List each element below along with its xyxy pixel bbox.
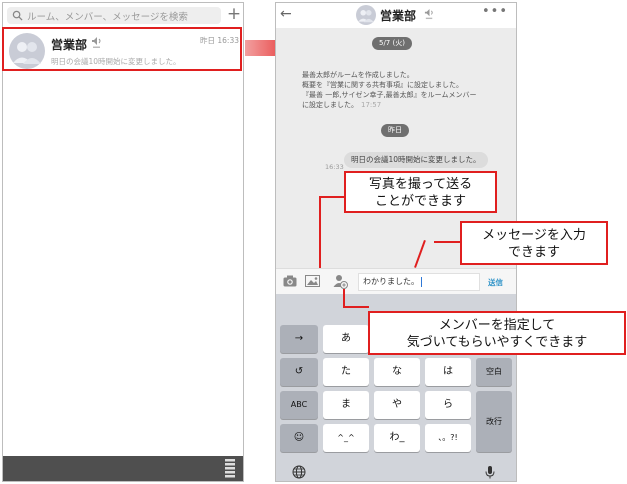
key-wa[interactable]: わ_ — [374, 424, 420, 452]
mention-callout-line: 気づいてもらいやすくできます — [406, 335, 588, 350]
mention-callout-leader — [343, 306, 369, 308]
microphone-icon[interactable] — [483, 465, 497, 479]
back-button[interactable]: ← — [280, 6, 292, 22]
more-menu-button[interactable]: ••• — [482, 4, 508, 19]
bottom-bar — [3, 456, 243, 481]
mention-callout-leader — [343, 289, 345, 307]
message-bubble[interactable]: 明日の会議10時開始に変更しました。 — [344, 152, 488, 168]
key-undo[interactable]: ↺ — [280, 358, 318, 386]
key-ya[interactable]: や — [374, 391, 420, 419]
key-next-arrow[interactable]: → — [280, 325, 318, 353]
message-input[interactable]: わかりました。 — [358, 273, 480, 291]
key-ra[interactable]: ら — [425, 391, 471, 419]
search-icon — [12, 10, 23, 21]
key-abc[interactable]: ABC — [280, 391, 318, 419]
key-ma[interactable]: ま — [323, 391, 369, 419]
room-list-screen: ルーム、メンバー、メッセージを検索 + 営業部 昨日 16:33 明日の会議10… — [2, 2, 244, 482]
message-callout: メッセージを入力 できます — [460, 221, 608, 265]
system-line: に設定しました。 — [302, 101, 358, 109]
key-punctuation[interactable]: 、。?! — [425, 424, 471, 452]
search-placeholder: ルーム、メンバー、メッセージを検索 — [27, 12, 188, 23]
key-ha[interactable]: は — [425, 358, 471, 386]
add-room-button[interactable]: + — [225, 4, 243, 24]
date-separator: 昨日 — [381, 124, 409, 137]
message-time: 16:33 — [325, 163, 344, 171]
system-line: 概要を『営業に関する共有事項』に設定しました。 — [302, 81, 463, 89]
chat-title: 営業部 — [380, 9, 417, 23]
message-input-value: わかりました。 — [363, 277, 419, 286]
mention-callout-line: メンバーを指定して — [438, 318, 556, 333]
system-line: 『最善 一郎,サイゼン幸子,最善太郎』をルームメンバー — [302, 91, 477, 99]
search-input[interactable]: ルーム、メンバー、メッセージを検索 — [7, 7, 221, 24]
key-a[interactable]: あ — [323, 325, 369, 353]
grid-menu-icon[interactable] — [225, 459, 235, 478]
message-callout-line: できます — [507, 245, 560, 260]
system-time: 17:57 — [361, 101, 382, 109]
photo-callout-line: 写真を撮って送る — [368, 177, 473, 192]
image-icon[interactable] — [305, 275, 320, 287]
mention-callout: メンバーを指定して 気づいてもらいやすくできます — [368, 311, 626, 355]
text-caret — [421, 276, 422, 287]
input-bar: わかりました。 送信 — [276, 268, 516, 294]
key-na[interactable]: な — [374, 358, 420, 386]
key-kaomoji[interactable]: ^_^ — [323, 424, 369, 452]
speaker-icon — [424, 8, 433, 20]
photo-callout: 写真を撮って送る ことができます — [344, 171, 497, 213]
message-callout-leader — [434, 241, 462, 243]
key-space[interactable]: 空白 — [476, 358, 512, 386]
globe-icon[interactable] — [292, 465, 306, 479]
key-emoji[interactable]: ☺ — [280, 424, 318, 452]
message-callout-line: メッセージを入力 — [482, 228, 586, 243]
key-ta[interactable]: た — [323, 358, 369, 386]
photo-callout-leader — [319, 196, 344, 198]
search-bar: ルーム、メンバー、メッセージを検索 + — [3, 3, 243, 27]
photo-callout-leader — [319, 196, 321, 268]
date-separator: 5/7 (火) — [372, 37, 412, 50]
mention-member-icon[interactable] — [333, 274, 348, 289]
camera-icon[interactable] — [283, 275, 297, 287]
group-avatar-icon — [356, 5, 376, 25]
photo-callout-line: ことができます — [374, 194, 466, 209]
system-message: 最善太郎がルームを作成しました。 概要を『営業に関する共有事項』に設定しました。… — [302, 70, 502, 110]
room-highlight-frame — [2, 27, 242, 71]
key-return[interactable]: 改行 — [476, 391, 512, 452]
system-line: 最善太郎がルームを作成しました。 — [302, 71, 414, 79]
chat-header: ← 営業部 ••• — [276, 3, 516, 28]
send-button[interactable]: 送信 — [488, 277, 503, 288]
